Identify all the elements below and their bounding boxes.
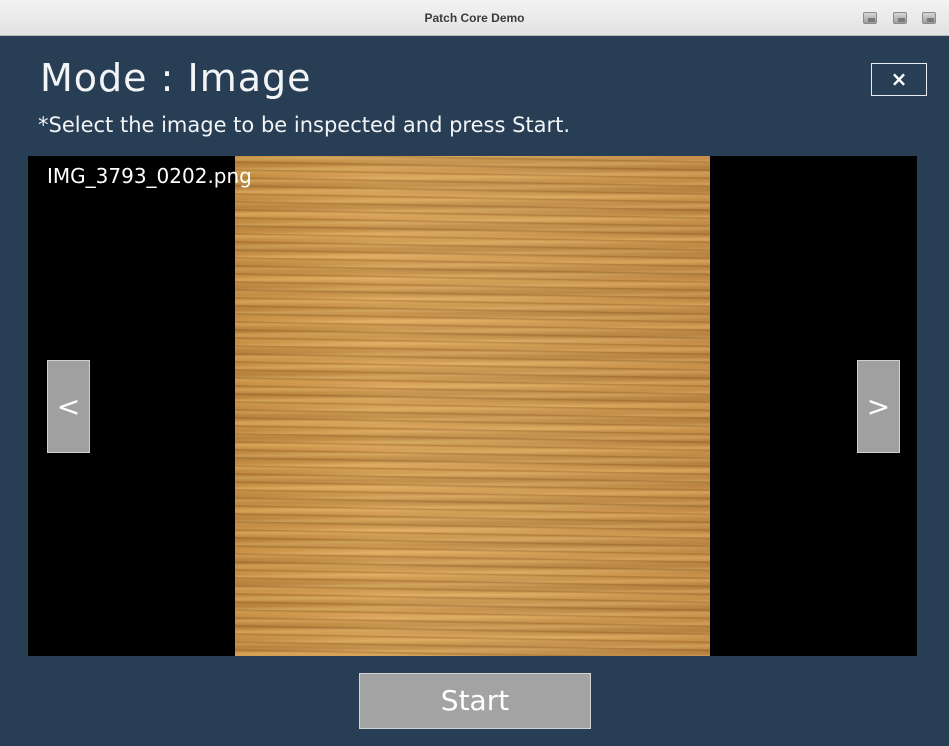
- image-viewer: IMG_3793_0202.png < >: [28, 156, 917, 656]
- close-button[interactable]: ×: [871, 63, 927, 96]
- close-window-icon[interactable]: [922, 12, 936, 24]
- previous-image-button[interactable]: <: [47, 360, 90, 453]
- next-image-button[interactable]: >: [857, 360, 900, 453]
- inspected-image: [235, 156, 710, 656]
- minimize-icon[interactable]: [863, 12, 877, 24]
- window-title: Patch Core Demo: [424, 11, 525, 25]
- start-button[interactable]: Start: [359, 673, 591, 729]
- maximize-icon[interactable]: [893, 12, 907, 24]
- mode-title: Mode : Image: [40, 56, 312, 100]
- image-filename: IMG_3793_0202.png: [47, 164, 252, 188]
- window-titlebar: Patch Core Demo: [0, 0, 949, 36]
- instruction-text: *Select the image to be inspected and pr…: [38, 113, 571, 137]
